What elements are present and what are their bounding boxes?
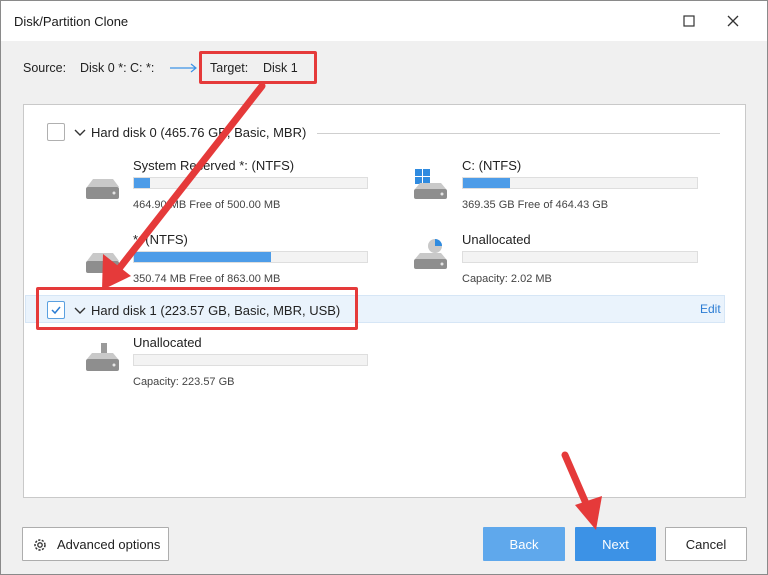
partition-name[interactable]: *: (NTFS) [133,232,188,247]
usage-bar [462,251,698,263]
cancel-button[interactable]: Cancel [665,527,747,561]
usage-bar-fill [134,252,272,262]
partition-info: 464.90 MB Free of 500.00 MB [133,199,281,211]
partition-info: 369.35 GB Free of 464.43 GB [462,199,609,211]
divider [317,133,720,134]
partition-name[interactable]: Unallocated [133,335,202,350]
usb-drive-icon [86,343,119,371]
advanced-options-button[interactable]: Advanced options [22,527,169,561]
source-target-bar: Source: Disk 0 *: C: *: Target: Disk 1 [1,41,767,96]
partition-name[interactable]: System Reserved *: (NTFS) [133,158,294,173]
advanced-options-label: Advanced options [57,537,161,552]
hard-drive-icon [86,179,119,199]
disk-0-checkbox[interactable] [47,123,65,141]
partition-name[interactable]: C: (NTFS) [462,158,521,173]
maximize-button[interactable] [675,9,703,33]
usage-bar [133,251,368,263]
partition-info: Capacity: 2.02 MB [462,273,552,285]
chevron-down-icon[interactable] [73,128,87,138]
arrow-right-icon [170,63,197,73]
usage-bar [133,354,368,366]
disk-1-highlight-box [36,287,358,330]
usage-bar [462,177,698,189]
partition-info: Capacity: 223.57 GB [133,376,235,388]
usage-bar [133,177,368,189]
window-title: Disk/Partition Clone [14,14,129,29]
close-button[interactable] [719,9,747,33]
gear-icon [34,539,46,551]
footer-bar: Advanced options Back Next Cancel [1,506,767,574]
maximize-icon [683,15,695,27]
target-value: Disk 1 [263,61,298,75]
close-icon [727,15,739,27]
next-button[interactable]: Next [575,527,656,561]
partition-info: 350.74 MB Free of 863.00 MB [133,273,281,285]
usage-bar-fill [134,178,151,188]
source-label: Source: [23,61,67,75]
disk-partition-clone-window: Disk/Partition Clone Source: Disk 0 *: C… [0,0,768,575]
disk-0-title: Hard disk 0 (465.76 GB, Basic, MBR) [91,125,307,140]
target-label: Target: [210,61,249,75]
windows-drive-icon [414,169,447,199]
source-value: Disk 0 *: C: *: [80,61,155,75]
edit-link[interactable]: Edit [700,302,721,316]
hard-drive-icon [86,253,119,273]
pie-drive-icon [414,239,447,269]
title-bar: Disk/Partition Clone [1,1,767,41]
back-button[interactable]: Back [483,527,565,561]
partition-name[interactable]: Unallocated [462,232,531,247]
usage-bar-fill [463,178,510,188]
disk-list-panel: Hard disk 0 (465.76 GB, Basic, MBR) Syst… [23,104,746,498]
